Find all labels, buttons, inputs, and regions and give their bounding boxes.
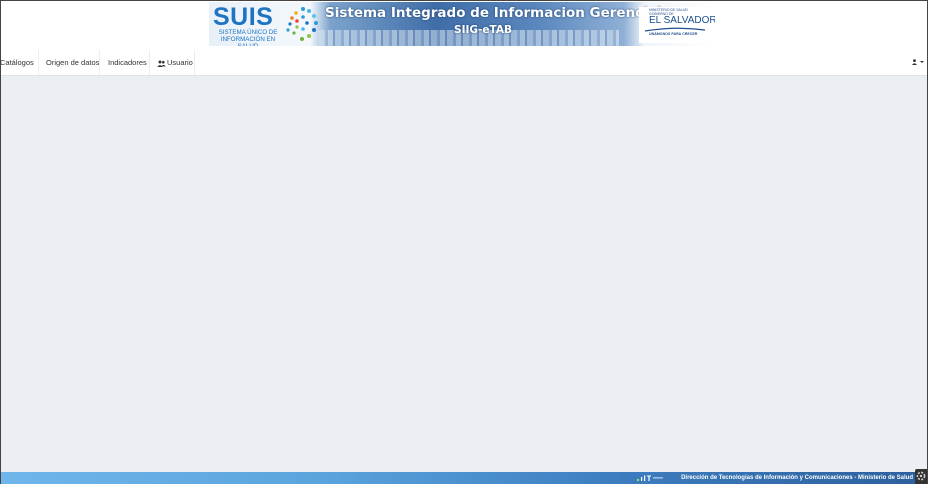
nav-item-catalogos[interactable]: Catálogos (0, 50, 34, 75)
suis-logo-text: SUIS (213, 3, 274, 31)
nav-item-indicadores[interactable]: Indicadores (108, 50, 147, 75)
footer-bar: Dirección de Tecnologías de Información … (1, 472, 927, 484)
nav-divider (38, 50, 39, 75)
user-icon (912, 59, 917, 65)
ministry-logo-slogan: UNÁMONOS PARA CRECER (649, 32, 698, 36)
main-navbar: Catálogos Origen de datos Indicadores Us… (0, 50, 927, 76)
suis-logo-subtitle: SISTEMA ÚNICO DE INFORMACIÓN EN SALUD (218, 29, 278, 46)
users-icon (157, 60, 166, 67)
user-menu-toggle[interactable] (912, 50, 924, 75)
main-content-area (1, 76, 927, 472)
dtic-logo-icon (637, 475, 663, 481)
scroll-to-top-button[interactable] (915, 469, 927, 484)
banner-title: Sistema Integrado de Informacion Gerenci… (325, 5, 662, 21)
footer-text: Dirección de Tecnologías de Información … (681, 475, 913, 481)
banner-subtitle: SIIG-eTAB (454, 24, 512, 36)
nav-divider (194, 50, 195, 75)
ministry-logo: MINISTERIO DE SALUD GOBIERNO DE EL SALVA… (639, 7, 715, 43)
suis-logo-icon (286, 7, 318, 41)
gear-icon (916, 471, 926, 481)
nav-divider (149, 50, 150, 75)
nav-item-origen-de-datos[interactable]: Origen de datos (46, 50, 99, 75)
ministry-logo-country: EL SALVADOR (649, 15, 715, 26)
nav-item-usuario-label: Usuario (167, 58, 193, 67)
nav-divider (99, 50, 100, 75)
nav-item-usuario[interactable]: Usuario (157, 50, 193, 75)
chevron-down-icon (920, 61, 924, 63)
header-banner: SUIS SISTEMA ÚNICO DE INFORMACIÓN EN SAL… (209, 2, 715, 46)
